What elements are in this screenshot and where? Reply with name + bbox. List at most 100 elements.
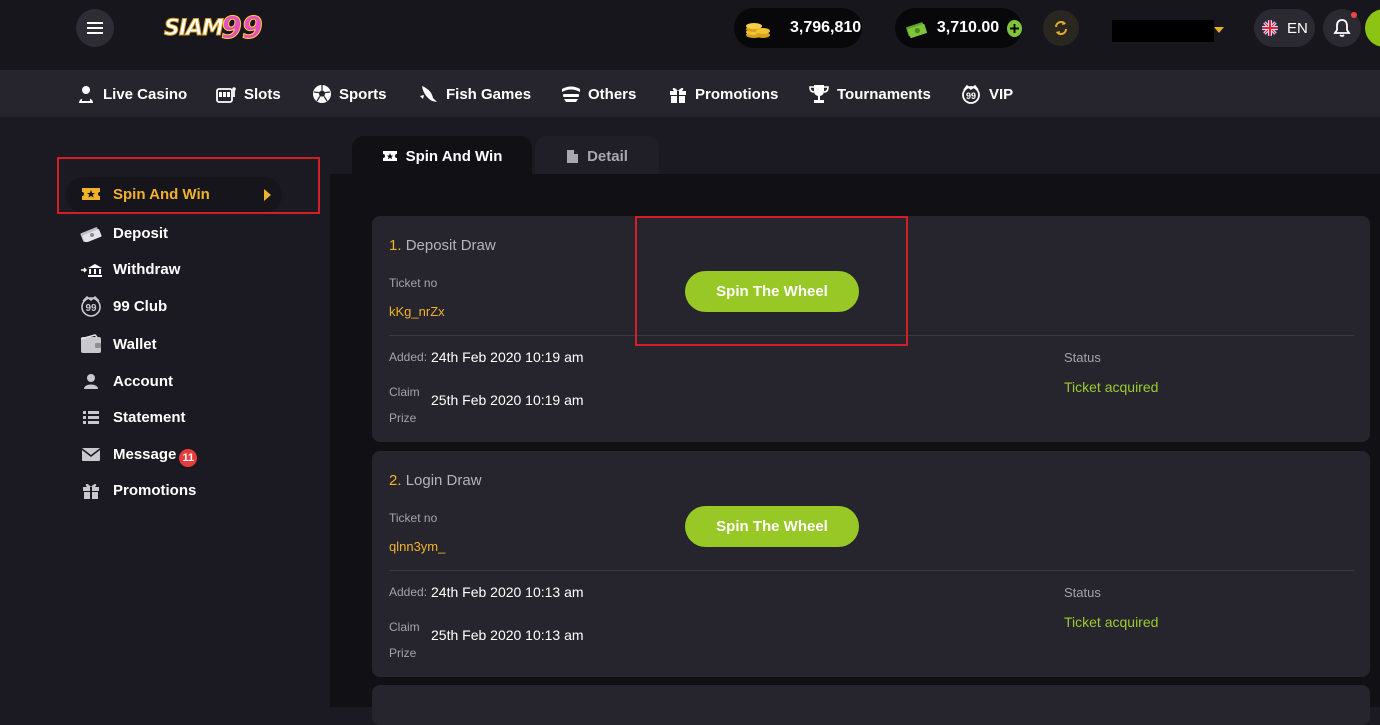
sidebar-item-account[interactable]: Account: [80, 368, 173, 394]
tab-spin-and-win[interactable]: Spin And Win: [352, 136, 532, 176]
claim-prize-date: 25th Feb 2020 10:19 am: [431, 392, 584, 408]
svg-text:99: 99: [85, 303, 97, 314]
nav-label: Fish Games: [446, 85, 532, 103]
sidebar-item-statement[interactable]: Statement: [80, 404, 186, 430]
sidebar-item-label: Message: [113, 445, 177, 463]
nav-label: Tournaments: [837, 85, 931, 103]
nav-slots[interactable]: Slots: [215, 82, 281, 106]
sidebar-item-wallet[interactable]: Wallet: [80, 331, 157, 357]
nav-sports[interactable]: Sports: [312, 82, 387, 106]
coins-balance: 3,796,810: [734, 8, 862, 48]
bell-icon: [1333, 19, 1351, 37]
document-icon: [567, 149, 579, 163]
sidebar-item-spin-and-win[interactable]: Spin And Win: [66, 177, 282, 213]
site-logo[interactable]: SIAM 99: [164, 10, 264, 46]
club-icon: 99: [80, 295, 102, 317]
logo-text: SIAM: [164, 15, 225, 41]
nav-label: Live Casino: [103, 85, 188, 103]
username-redacted[interactable]: [1112, 20, 1214, 42]
nav-others[interactable]: Others: [561, 82, 636, 106]
added-date: 24th Feb 2020 10:19 am: [431, 349, 584, 365]
cash-value: 3,710.00: [936, 19, 1000, 36]
account-icon: [80, 370, 102, 392]
added-date: 24th Feb 2020 10:13 am: [431, 584, 584, 600]
vip-icon: 99: [962, 84, 980, 104]
top-bar: SIAM 99 3,796,810 3,710.00 EN: [0, 0, 1380, 70]
claim-prize-date: 25th Feb 2020 10:13 am: [431, 627, 584, 643]
status-value: Ticket acquired: [1064, 614, 1159, 630]
ticket-number: qlnn3ym_: [389, 539, 446, 554]
status-value: Ticket acquired: [1064, 379, 1159, 395]
coins-icon: [746, 23, 770, 38]
deposit-icon: [80, 222, 102, 244]
status-label: Status: [1064, 585, 1101, 600]
caret-right-icon: [264, 189, 271, 201]
coins-value: 3,796,810: [790, 19, 862, 36]
svg-text:99: 99: [966, 91, 976, 101]
sidebar-item-deposit[interactable]: Deposit: [80, 220, 168, 246]
cash-icon: [906, 22, 927, 38]
nav-label: VIP: [989, 85, 1014, 103]
claim-prize-label: Claim Prize: [389, 385, 420, 425]
refresh-icon: [1055, 21, 1067, 35]
mail-icon: [80, 443, 102, 465]
user-dropdown-icon[interactable]: [1214, 27, 1224, 33]
sidebar-item-label: Promotions: [113, 481, 197, 499]
ticket-number: kKg_nrZx: [389, 304, 445, 319]
ticket-icon: [382, 151, 397, 161]
uk-flag-icon: [1262, 20, 1278, 36]
sidebar-item-label: Spin And Win: [113, 186, 210, 203]
nav-tournaments[interactable]: Tournaments: [808, 82, 931, 106]
status-label: Status: [1064, 350, 1101, 365]
nav-label: Sports: [339, 85, 387, 103]
sidebar-item-withdraw[interactable]: Withdraw: [80, 256, 180, 282]
deposit-shortcut-button[interactable]: [1365, 9, 1380, 47]
draw-name: Deposit Draw: [405, 237, 496, 254]
others-icon: [562, 86, 580, 102]
nav-label: Others: [588, 85, 637, 103]
hamburger-icon: [87, 22, 103, 34]
draw-card-partial: [372, 685, 1370, 725]
ticket-label: Ticket no: [389, 276, 438, 290]
sidebar-item-label: Deposit: [113, 224, 169, 242]
ticket-label: Ticket no: [389, 511, 438, 525]
sidebar-item-label: Statement: [113, 408, 186, 426]
nav-live-casino[interactable]: Live Casino: [76, 82, 187, 106]
notifications-button[interactable]: [1323, 9, 1361, 47]
language-selector[interactable]: EN: [1254, 9, 1315, 47]
slot-machine-icon: [216, 87, 236, 103]
card-divider: [389, 570, 1354, 571]
draw-title: 2. Login Draw: [389, 472, 482, 489]
tab-label: Spin And Win: [405, 147, 503, 165]
nav-label: Promotions: [695, 85, 779, 103]
unread-count-badge: 11: [179, 449, 198, 467]
sidebar-item-label: 99 Club: [113, 297, 168, 315]
language-label: EN: [1287, 19, 1308, 37]
sidebar-item-label: Account: [113, 372, 173, 390]
spin-the-wheel-button[interactable]: Spin The Wheel: [685, 506, 859, 547]
fish-icon: [420, 86, 437, 102]
statement-icon: [80, 406, 102, 428]
added-label: Added:: [389, 585, 428, 599]
sidebar-item-label: Wallet: [113, 335, 157, 353]
refresh-balance-button[interactable]: [1043, 10, 1079, 46]
cash-balance: 3,710.00: [895, 8, 1022, 48]
withdraw-icon: [80, 258, 102, 280]
nav-promotions[interactable]: Promotions: [668, 82, 778, 106]
notification-dot: [1351, 12, 1357, 18]
nav-vip[interactable]: 99 VIP: [960, 82, 1013, 106]
tab-label: Detail: [587, 147, 628, 165]
added-label: Added:: [389, 350, 428, 364]
draw-name: Login Draw: [405, 472, 482, 489]
spin-the-wheel-button[interactable]: Spin The Wheel: [685, 271, 859, 312]
main-nav: Live Casino Slots Sports Fish Games Othe…: [0, 70, 1380, 117]
trophy-icon: [809, 85, 829, 103]
tab-detail[interactable]: Detail: [535, 136, 659, 176]
sidebar-item-message[interactable]: Message 11: [80, 441, 198, 467]
hamburger-menu-button[interactable]: [76, 9, 114, 47]
sidebar-item-promotions[interactable]: Promotions: [80, 477, 196, 503]
nav-fish-games[interactable]: Fish Games: [419, 82, 531, 106]
add-funds-button[interactable]: [1007, 19, 1022, 37]
sidebar-item-99-club[interactable]: 99 99 Club: [80, 293, 167, 319]
sidebar-item-label: Withdraw: [113, 260, 181, 278]
